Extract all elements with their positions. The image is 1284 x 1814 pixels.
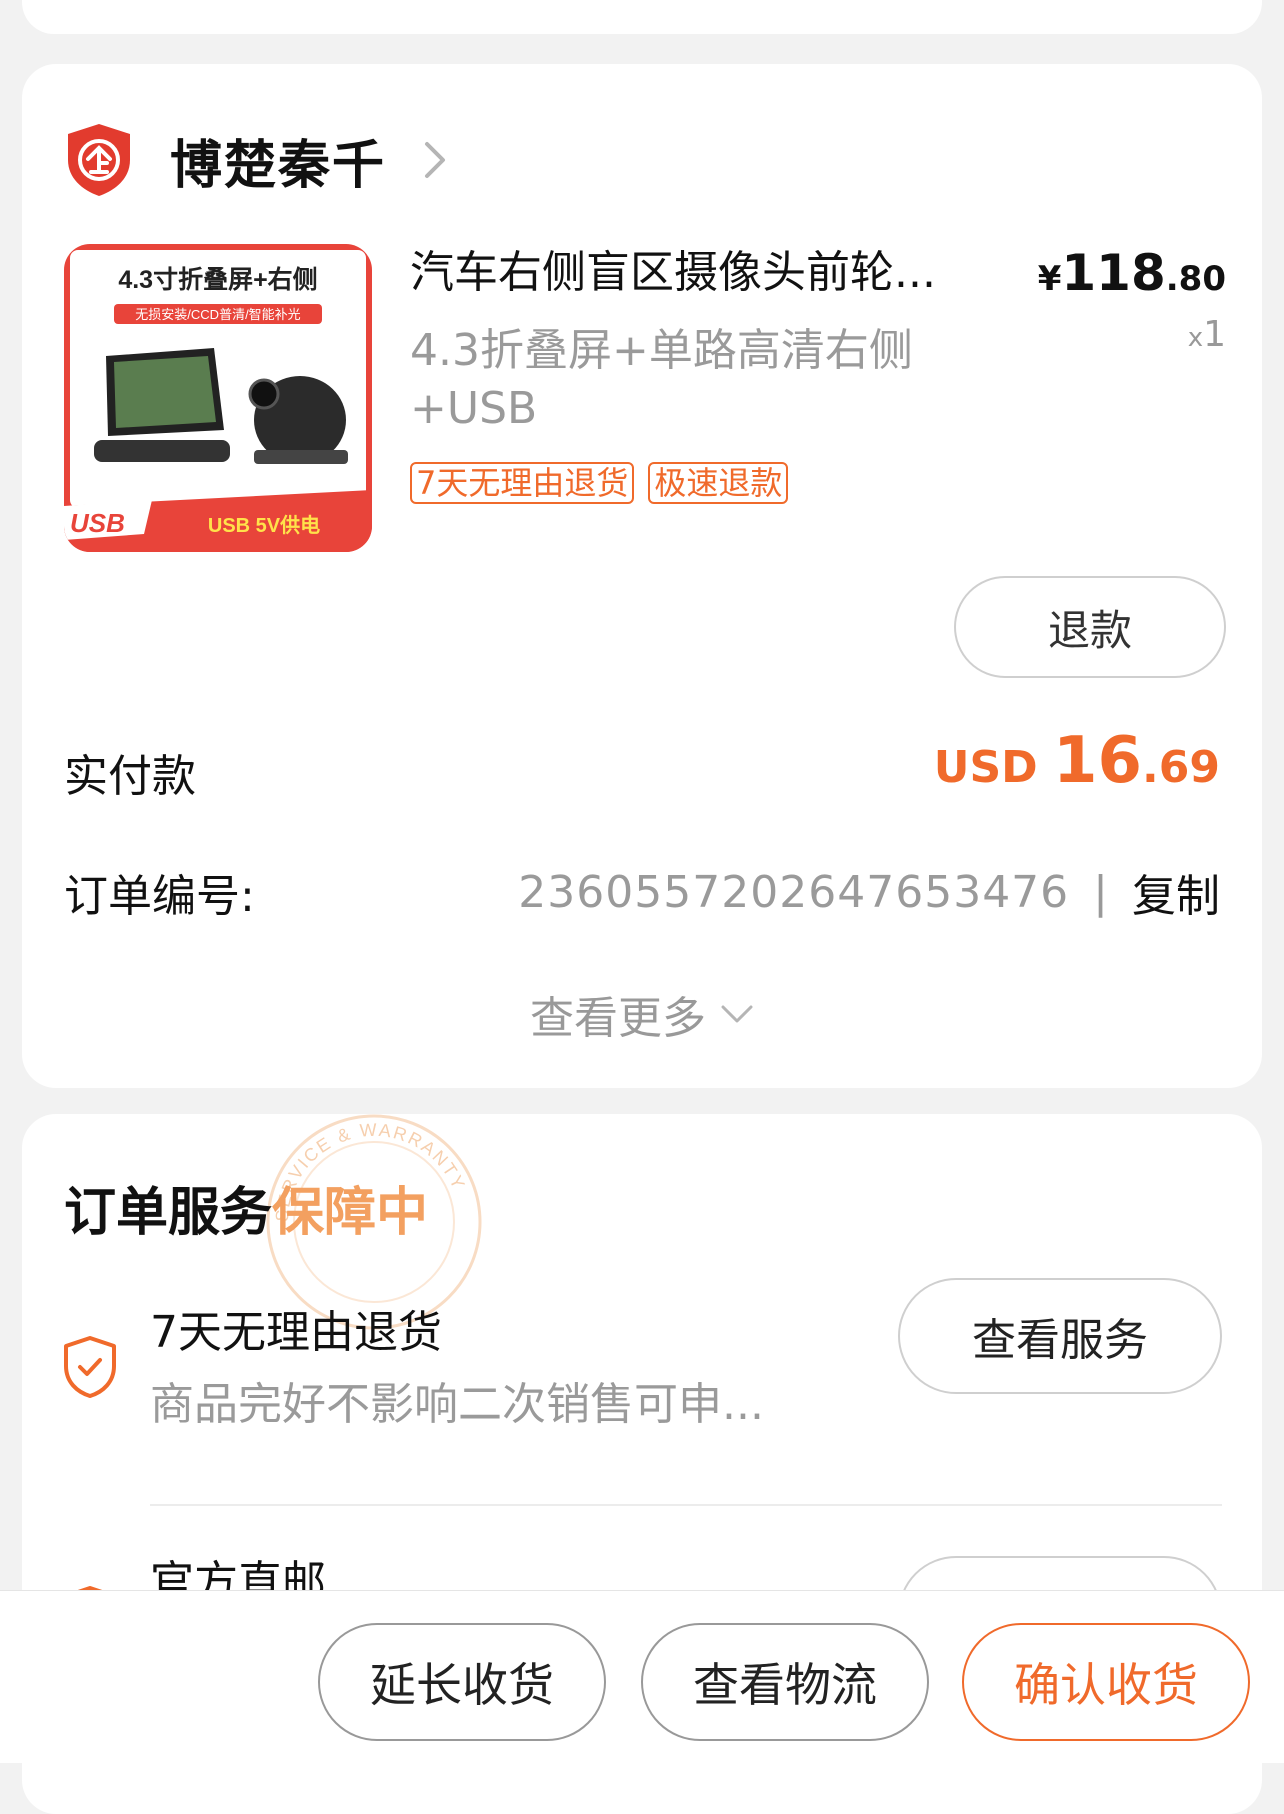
extend-receipt-button[interactable]: 延长收货 [318, 1623, 606, 1741]
price-currency: ¥ [1037, 259, 1062, 299]
view-more-label: 查看更多 [530, 993, 706, 1044]
enterprise-shield-icon [68, 124, 130, 196]
shop-header[interactable]: 博楚秦千 [64, 110, 448, 210]
paid-decimal: .69 [1142, 742, 1220, 793]
order-separator: | [1093, 866, 1108, 918]
price-integer: 118 [1061, 244, 1166, 302]
copy-button[interactable]: 复制 [1132, 860, 1220, 924]
service-item-desc: 商品完好不影响二次销售可申... [150, 1379, 764, 1430]
paid-amount: USD 16.69 [934, 724, 1220, 798]
paid-label: 实付款 [64, 751, 196, 802]
paid-currency: USD [933, 742, 1053, 793]
image-subtitle: 无损安装/CCD普清/智能补光 [135, 307, 300, 322]
tag-fast-refund: 极速退款 [648, 462, 789, 504]
confirm-receipt-button[interactable]: 确认收货 [962, 1623, 1250, 1741]
bottom-action-bar: 延长收货 查看物流 确认收货 [0, 1590, 1284, 1763]
product-quantity: x1 [1188, 314, 1226, 355]
product-image[interactable]: 4.3寸折叠屏+右侧 无损安装/CCD普清/智能补光 USB USB 5V供电 [64, 244, 372, 552]
product-price: ¥118.80 [1038, 244, 1226, 302]
previous-card [22, 0, 1262, 34]
order-card: 博楚秦千 4.3寸折叠屏+右侧 无损安装/CCD普清/智能补光 USB USB … [22, 64, 1262, 1088]
shield-check-icon [64, 1336, 116, 1398]
chevron-right-icon [425, 142, 446, 178]
quantity-x: x [1187, 323, 1204, 353]
quantity-count: 1 [1203, 314, 1226, 355]
image-headline: 4.3寸折叠屏+右侧 [118, 265, 317, 294]
service-title: 订单服务保障中 [64, 1170, 428, 1245]
view-logistics-button[interactable]: 查看物流 [641, 1623, 929, 1741]
refund-button[interactable]: 退款 [954, 576, 1226, 678]
view-more-button[interactable]: 查看更多 [22, 982, 1262, 1046]
product-spec: 4.3折叠屏+单路高清右侧+USB [410, 325, 913, 434]
order-number-row: 2360557202647653476 | 复制 [518, 860, 1220, 924]
tag-7day-return: 7天无理由退货 [410, 462, 635, 504]
view-service-button[interactable]: 查看服务 [898, 1278, 1222, 1394]
product-title[interactable]: 汽车右侧盲区摄像头前轮... [410, 244, 1030, 302]
order-number-label: 订单编号: [64, 871, 255, 922]
service-title-prefix: 订单服务 [64, 1183, 273, 1243]
shop-name[interactable]: 博楚秦千 [170, 123, 386, 198]
order-number: 2360557202647653476 [518, 866, 1070, 918]
paid-integer: 16 [1052, 724, 1143, 798]
image-power-text: USB 5V供电 [208, 513, 320, 537]
service-item-title: 7天无理由退货 [150, 1307, 442, 1358]
divider [150, 1504, 1222, 1506]
chevron-down-icon [721, 1005, 753, 1023]
image-usb-label: USB [70, 508, 125, 538]
service-title-highlight: 保障中 [272, 1183, 429, 1243]
product-tags: 7天无理由退货 极速退款 [410, 462, 789, 504]
price-decimal: .80 [1165, 259, 1226, 299]
